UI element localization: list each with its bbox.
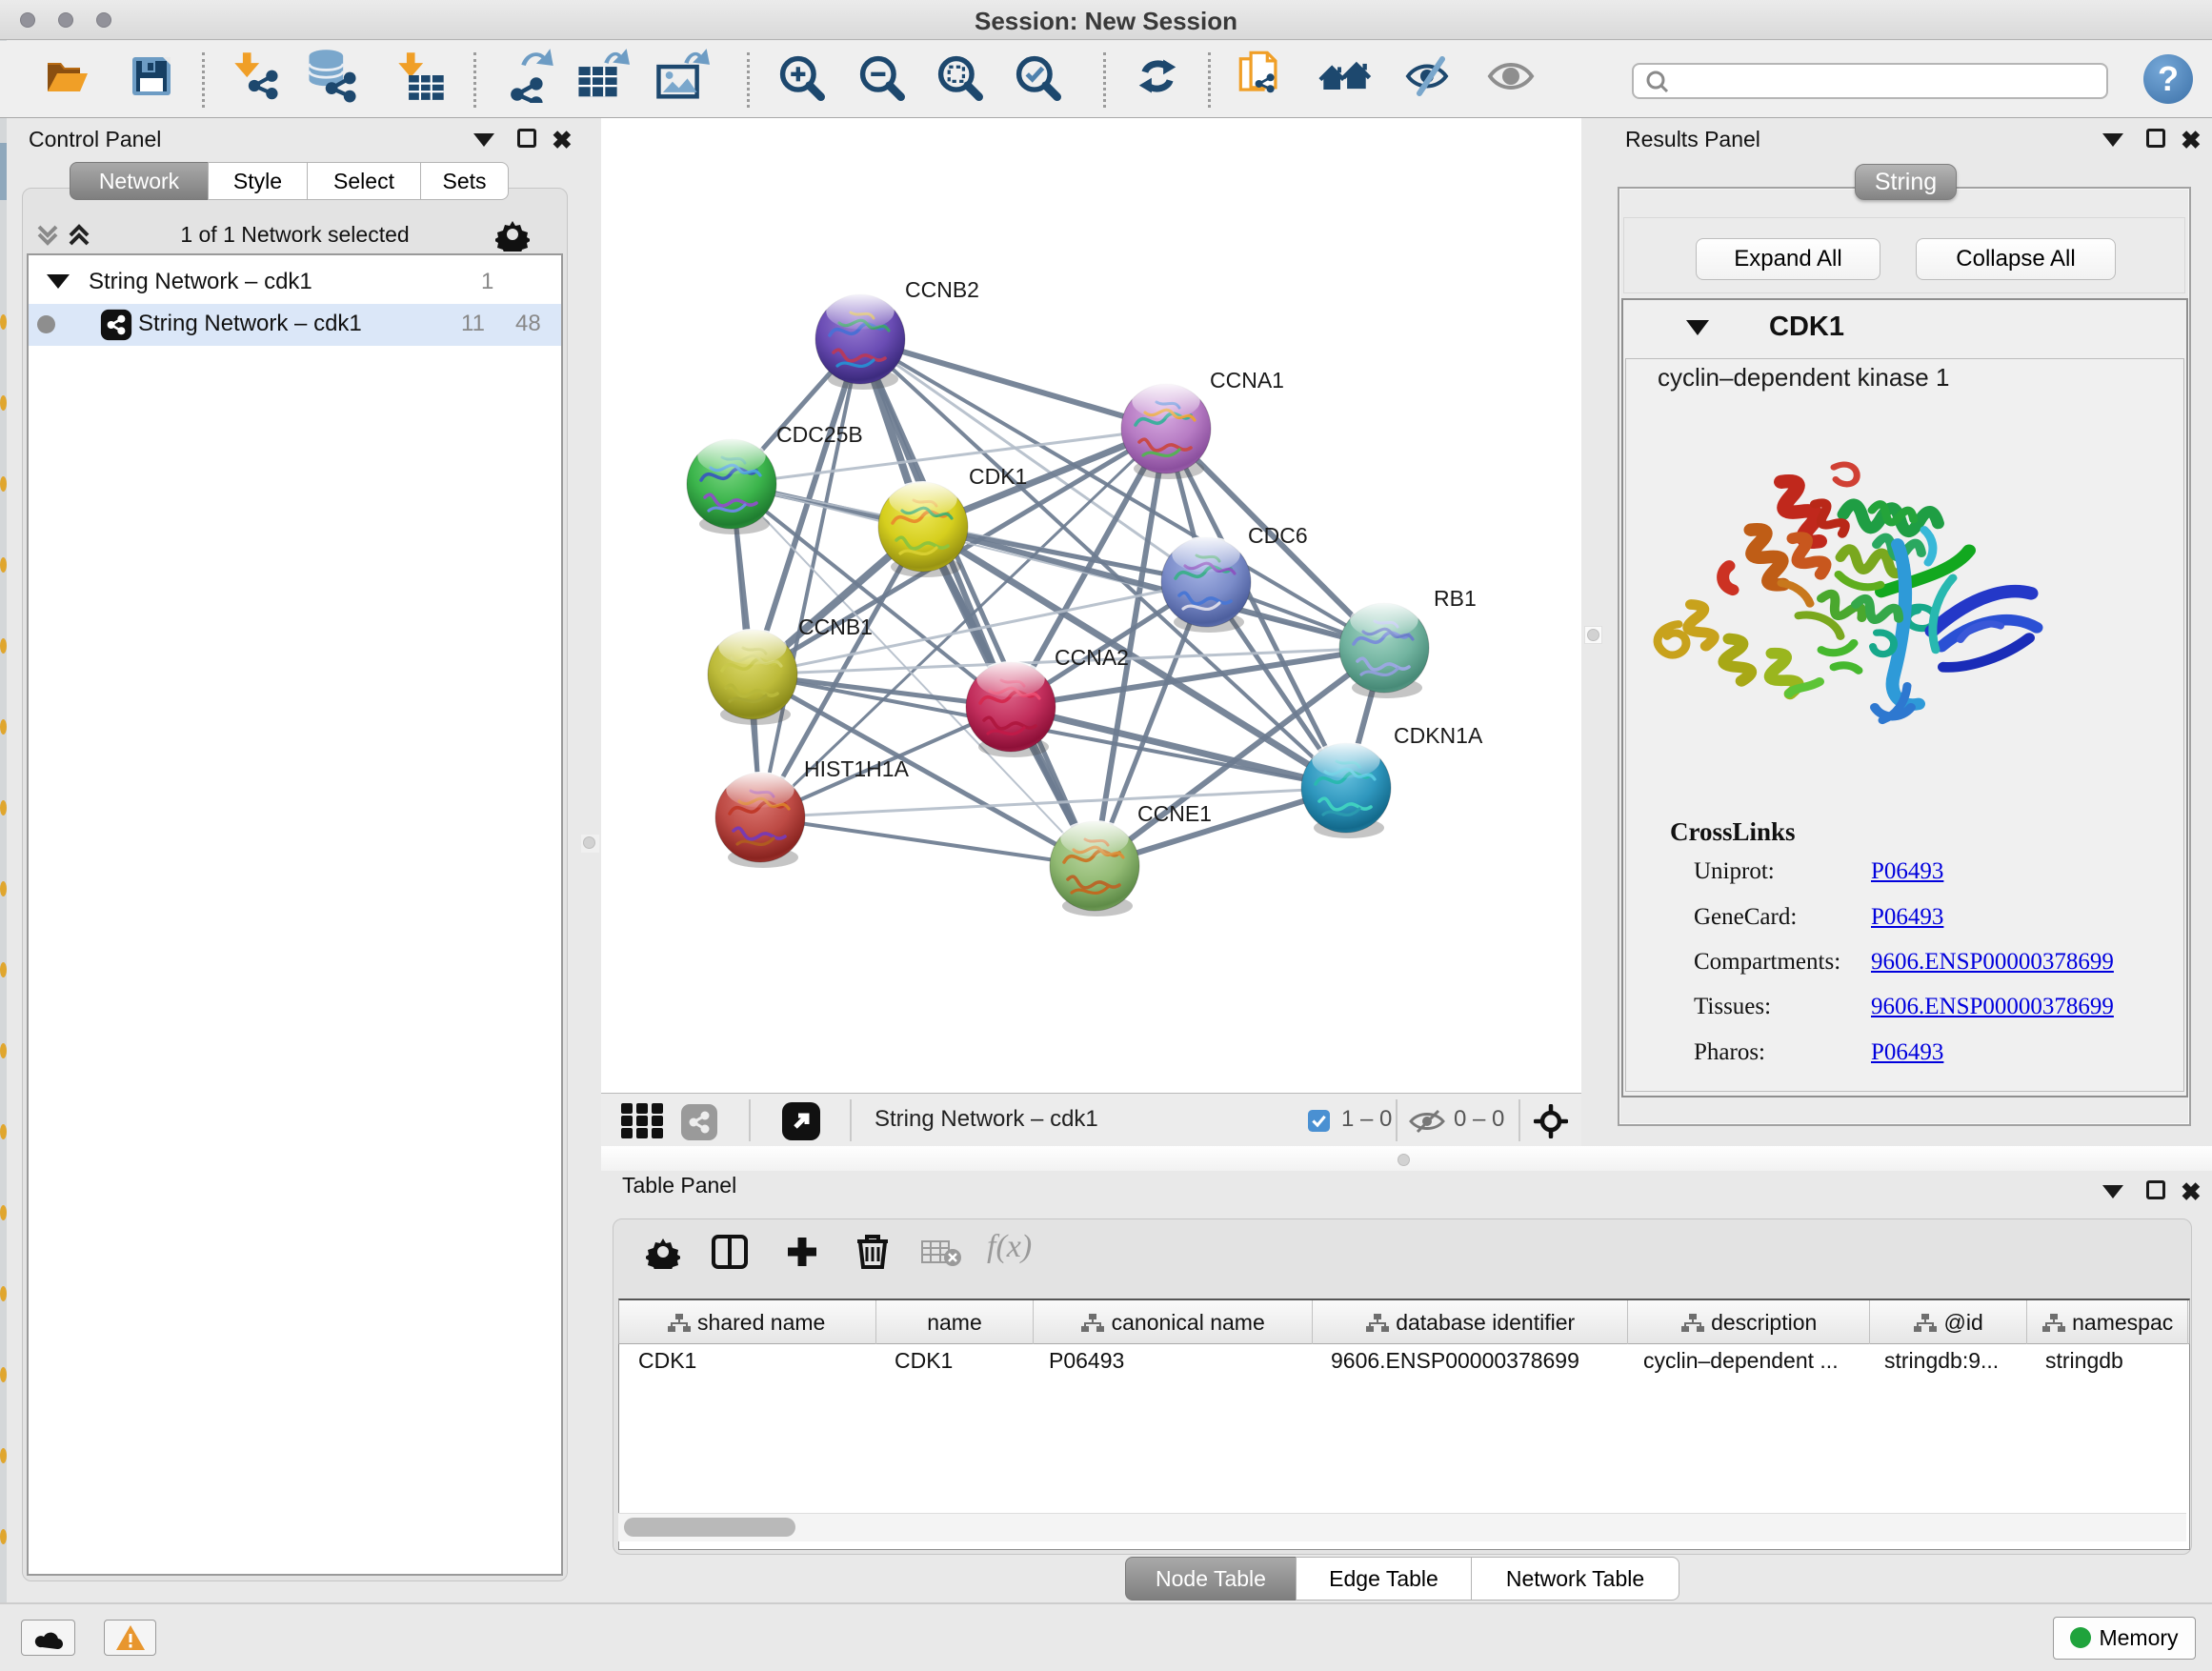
svg-text:CCNB2: CCNB2	[905, 277, 979, 302]
svg-text:CCNA1: CCNA1	[1210, 368, 1284, 393]
svg-text:CDK1: CDK1	[969, 464, 1027, 489]
svg-text:RB1: RB1	[1434, 586, 1477, 611]
svg-text:CDC25B: CDC25B	[776, 422, 863, 447]
svg-text:CDC6: CDC6	[1248, 523, 1308, 548]
svg-text:CCNB1: CCNB1	[798, 614, 873, 639]
svg-text:CCNE1: CCNE1	[1137, 801, 1212, 826]
svg-text:CCNA2: CCNA2	[1055, 645, 1129, 670]
svg-text:HIST1H1A: HIST1H1A	[804, 756, 910, 781]
svg-text:CDKN1A: CDKN1A	[1394, 723, 1483, 748]
